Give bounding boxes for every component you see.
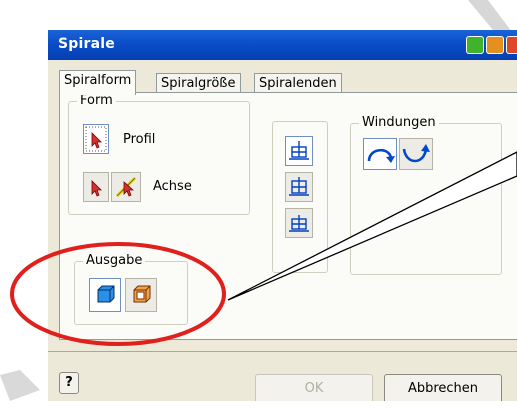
tab-label: Spiralform bbox=[64, 73, 132, 88]
callout-overlay bbox=[10, 151, 517, 346]
highlight-ellipse bbox=[10, 242, 226, 346]
callout-leader-line bbox=[227, 151, 517, 301]
tab-spiralform[interactable]: Spiralform bbox=[59, 70, 137, 95]
